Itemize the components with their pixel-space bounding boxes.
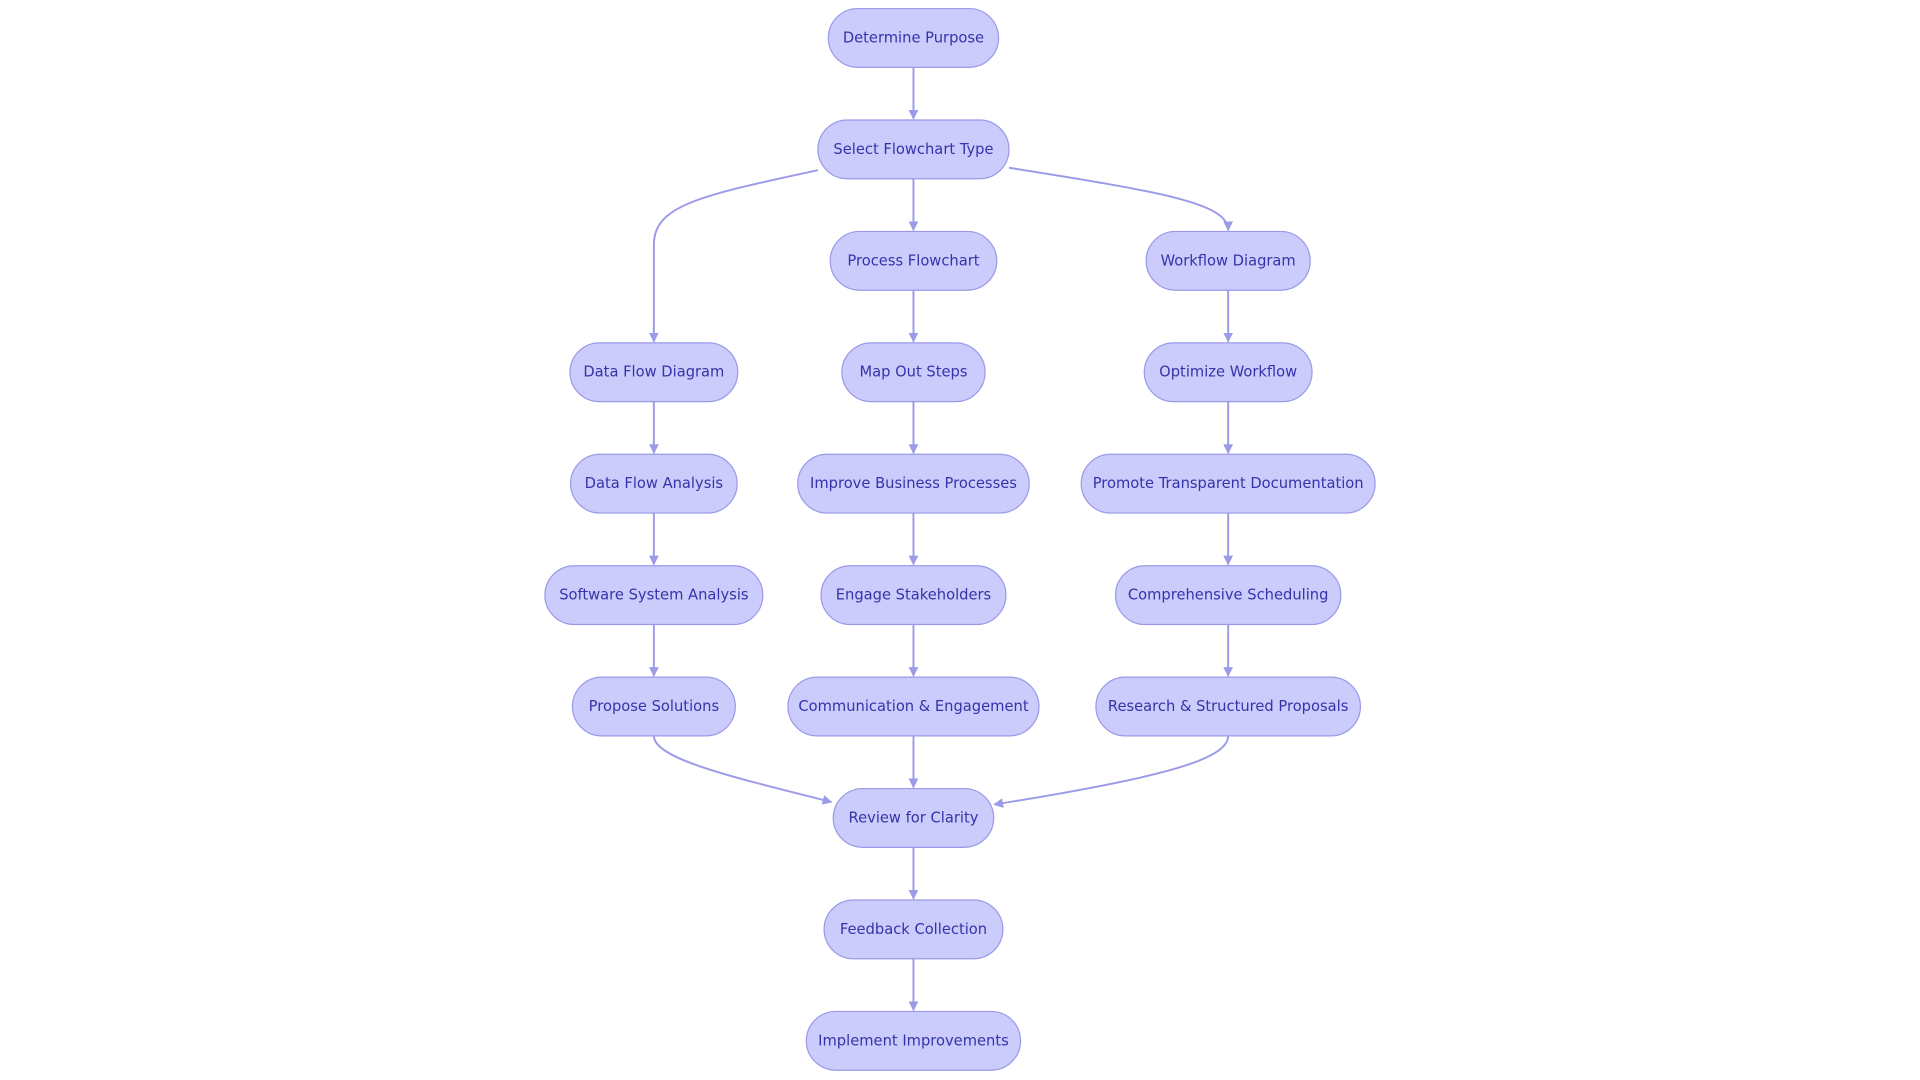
flowchart-node[interactable]: Propose Solutions: [571, 676, 736, 737]
node-label: Data Flow Diagram: [583, 364, 724, 381]
node-label: Process Flowchart: [847, 252, 979, 269]
node-label: Map Out Steps: [859, 364, 967, 381]
flowchart-node[interactable]: Software System Analysis: [544, 565, 764, 626]
flowchart-node[interactable]: Communication & Engagement: [787, 676, 1040, 737]
edge-B-D: [1008, 166, 1234, 232]
node-label: Promote Transparent Documentation: [1093, 475, 1364, 492]
flowchart-node[interactable]: Data Flow Analysis: [570, 453, 738, 514]
flowchart-node[interactable]: Research & Structured Proposals: [1095, 676, 1362, 737]
flowchart-node[interactable]: Process Flowchart: [829, 230, 998, 291]
flowchart-node[interactable]: Map Out Steps: [841, 342, 986, 403]
flowchart-node[interactable]: Select Flowchart Type: [817, 119, 1010, 180]
flowchart-diagram: Determine Purpose Select Flowchart Type Pr…: [544, 7, 1376, 1071]
node-label: Improve Business Processes: [810, 475, 1017, 492]
node-label: Workflow Diagram: [1161, 252, 1296, 269]
node-label: Engage Stakeholders: [836, 587, 991, 604]
flowchart-node[interactable]: Implement Improvements: [805, 1010, 1022, 1071]
edge-P-Q: [993, 735, 1230, 808]
node-label: Review for Clarity: [849, 809, 979, 826]
node-label: Software System Analysis: [559, 587, 748, 604]
node-label: Comprehensive Scheduling: [1128, 587, 1329, 604]
flowchart-node[interactable]: Review for Clarity: [832, 787, 995, 848]
node-label: Feedback Collection: [840, 921, 987, 938]
node-label: Communication & Engagement: [798, 698, 1028, 715]
flowchart-node[interactable]: Engage Stakeholders: [820, 565, 1007, 626]
node-label: Data Flow Analysis: [585, 475, 723, 492]
edge-B-E: [648, 169, 819, 343]
flowchart-node[interactable]: Determine Purpose: [827, 7, 1000, 68]
flowchart-node[interactable]: Feedback Collection: [823, 899, 1004, 960]
edges: [648, 67, 1234, 1012]
node-label: Optimize Workflow: [1159, 364, 1297, 381]
flowchart-node[interactable]: Optimize Workflow: [1143, 342, 1313, 403]
flowchart-node[interactable]: Improve Business Processes: [797, 453, 1030, 514]
flowchart-node[interactable]: Promote Transparent Documentation: [1080, 453, 1376, 514]
node-label: Research & Structured Proposals: [1108, 698, 1348, 715]
node-label: Propose Solutions: [589, 698, 719, 715]
node-label: Implement Improvements: [818, 1032, 1009, 1049]
flowchart-node[interactable]: Data Flow Diagram: [569, 342, 739, 403]
node-label: Determine Purpose: [843, 29, 984, 46]
node-label: Select Flowchart Type: [833, 141, 993, 158]
flowchart-node[interactable]: Workflow Diagram: [1145, 230, 1311, 291]
nodes: Determine Purpose Select Flowchart Type Pr…: [544, 7, 1376, 1071]
flowchart-node[interactable]: Comprehensive Scheduling: [1114, 565, 1342, 626]
edge-N-Q: [652, 735, 833, 805]
